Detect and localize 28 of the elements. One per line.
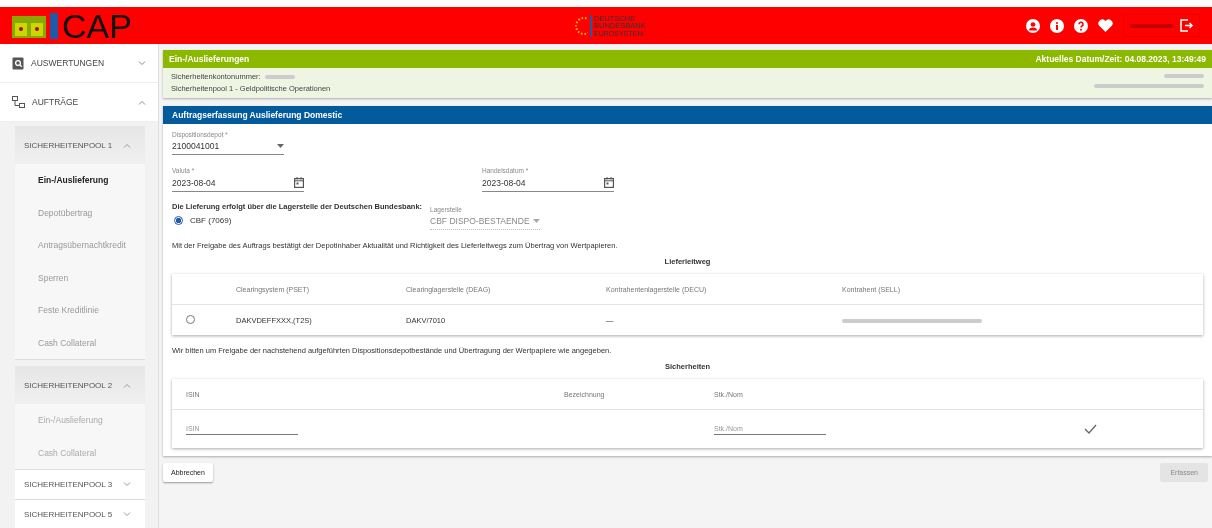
- form-title: Auftragserfassung Auslieferung Domestic: [172, 110, 343, 120]
- report-icon: [12, 56, 24, 70]
- check-icon[interactable]: [1084, 424, 1097, 434]
- dropdown-icon: [533, 219, 541, 223]
- panel-title: Ein-/Auslieferungen: [169, 54, 250, 64]
- datetime-text: Aktuelles Datum/Zeit: 04.08.2023, 13:49:49: [1035, 54, 1206, 64]
- pool-item[interactable]: SICHERHEITENPOOL 5: [15, 500, 145, 528]
- radio-option[interactable]: CBF (7069): [174, 216, 423, 225]
- help-icon[interactable]: [1074, 18, 1088, 33]
- pool-item[interactable]: SICHERHEITENPOOL 1: [15, 126, 145, 164]
- logo-icon: [12, 13, 46, 38]
- pool-item[interactable]: SICHERHEITENPOOL 2: [15, 366, 145, 404]
- logo-bar: [50, 12, 58, 39]
- sidebar-item[interactable]: AUSWERTUNGEN: [0, 44, 158, 83]
- sitemap-icon: [12, 96, 25, 108]
- info-icon[interactable]: [1050, 18, 1064, 33]
- calendar-icon: [294, 177, 304, 188]
- heart-icon[interactable]: [1098, 19, 1113, 32]
- dropdown-icon: [277, 144, 284, 148]
- radio-icon[interactable]: [186, 314, 195, 324]
- user-menu[interactable]: [1123, 14, 1200, 37]
- stars-icon: [572, 15, 588, 36]
- logout-icon: [1180, 19, 1193, 32]
- sidebar-link[interactable]: Ein-/Auslieferung: [15, 164, 145, 197]
- user-icon[interactable]: [1026, 18, 1040, 33]
- pool-item[interactable]: SICHERHEITENPOOL 3: [15, 470, 145, 499]
- app-name: CAP: [62, 8, 132, 43]
- calendar-icon: [604, 177, 614, 188]
